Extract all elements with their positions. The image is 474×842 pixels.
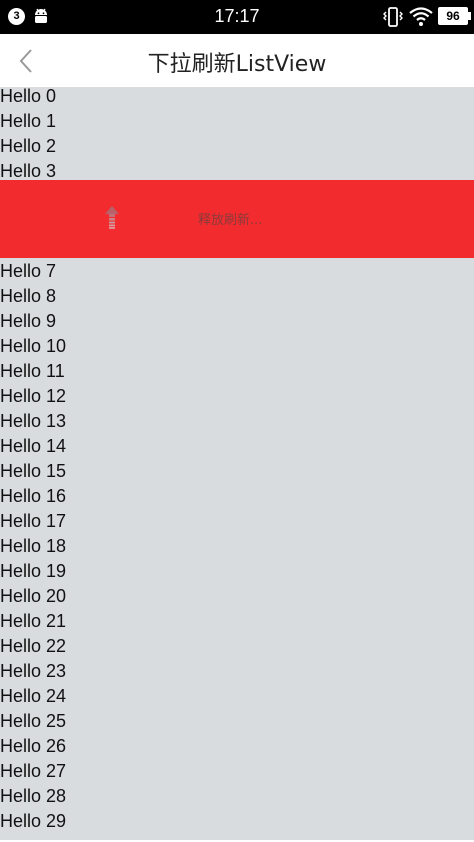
list-item[interactable]: Hello 10 xyxy=(0,334,66,359)
list-item[interactable]: Hello 12 xyxy=(0,384,66,409)
list-item[interactable]: Hello 26 xyxy=(0,734,66,759)
wifi-icon xyxy=(409,7,433,26)
list-item[interactable]: Hello 8 xyxy=(0,284,56,309)
list-item[interactable]: Hello 27 xyxy=(0,759,66,784)
list-item[interactable]: Hello 24 xyxy=(0,684,66,709)
list-item[interactable]: Hello 15 xyxy=(0,459,66,484)
refresh-header: 释放刷新... xyxy=(0,180,474,258)
list-item[interactable]: Hello 29 xyxy=(0,809,66,834)
list-item[interactable]: Hello 16 xyxy=(0,484,66,509)
battery-icon: 96 xyxy=(438,7,471,25)
list-item[interactable]: Hello 21 xyxy=(0,609,66,634)
list-item[interactable]: Hello 1 xyxy=(0,109,56,134)
arrow-up-icon xyxy=(105,206,119,229)
page-title: 下拉刷新ListView xyxy=(147,52,327,77)
list-item[interactable]: Hello 22 xyxy=(0,634,66,659)
list-item[interactable]: Hello 19 xyxy=(0,559,66,584)
list-item[interactable]: Hello 17 xyxy=(0,509,66,534)
list-item[interactable]: Hello 9 xyxy=(0,309,56,334)
vibrate-icon xyxy=(383,7,403,27)
list-item[interactable]: Hello 20 xyxy=(0,584,66,609)
pull-to-refresh-list[interactable]: Hello 0 Hello 1 Hello 2 Hello 3 释放刷新... Hel… xyxy=(0,87,474,840)
list-item[interactable]: Hello 7 xyxy=(0,259,56,284)
list-item[interactable]: Hello 14 xyxy=(0,434,66,459)
list-item[interactable]: Hello 0 xyxy=(0,87,56,109)
list-item[interactable]: Hello 25 xyxy=(0,709,66,734)
list-item[interactable]: Hello 23 xyxy=(0,659,66,684)
list-item[interactable]: Hello 18 xyxy=(0,534,66,559)
list-item[interactable]: Hello 28 xyxy=(0,784,66,809)
list-item[interactable]: Hello 2 xyxy=(0,134,56,159)
list-item[interactable]: Hello 11 xyxy=(0,359,65,384)
refresh-status-text: 释放刷新... xyxy=(198,213,263,228)
title-bar: 下拉刷新ListView xyxy=(0,34,474,87)
list-item[interactable]: Hello 13 xyxy=(0,409,66,434)
status-bar: 3 17:17 96 xyxy=(0,0,474,34)
